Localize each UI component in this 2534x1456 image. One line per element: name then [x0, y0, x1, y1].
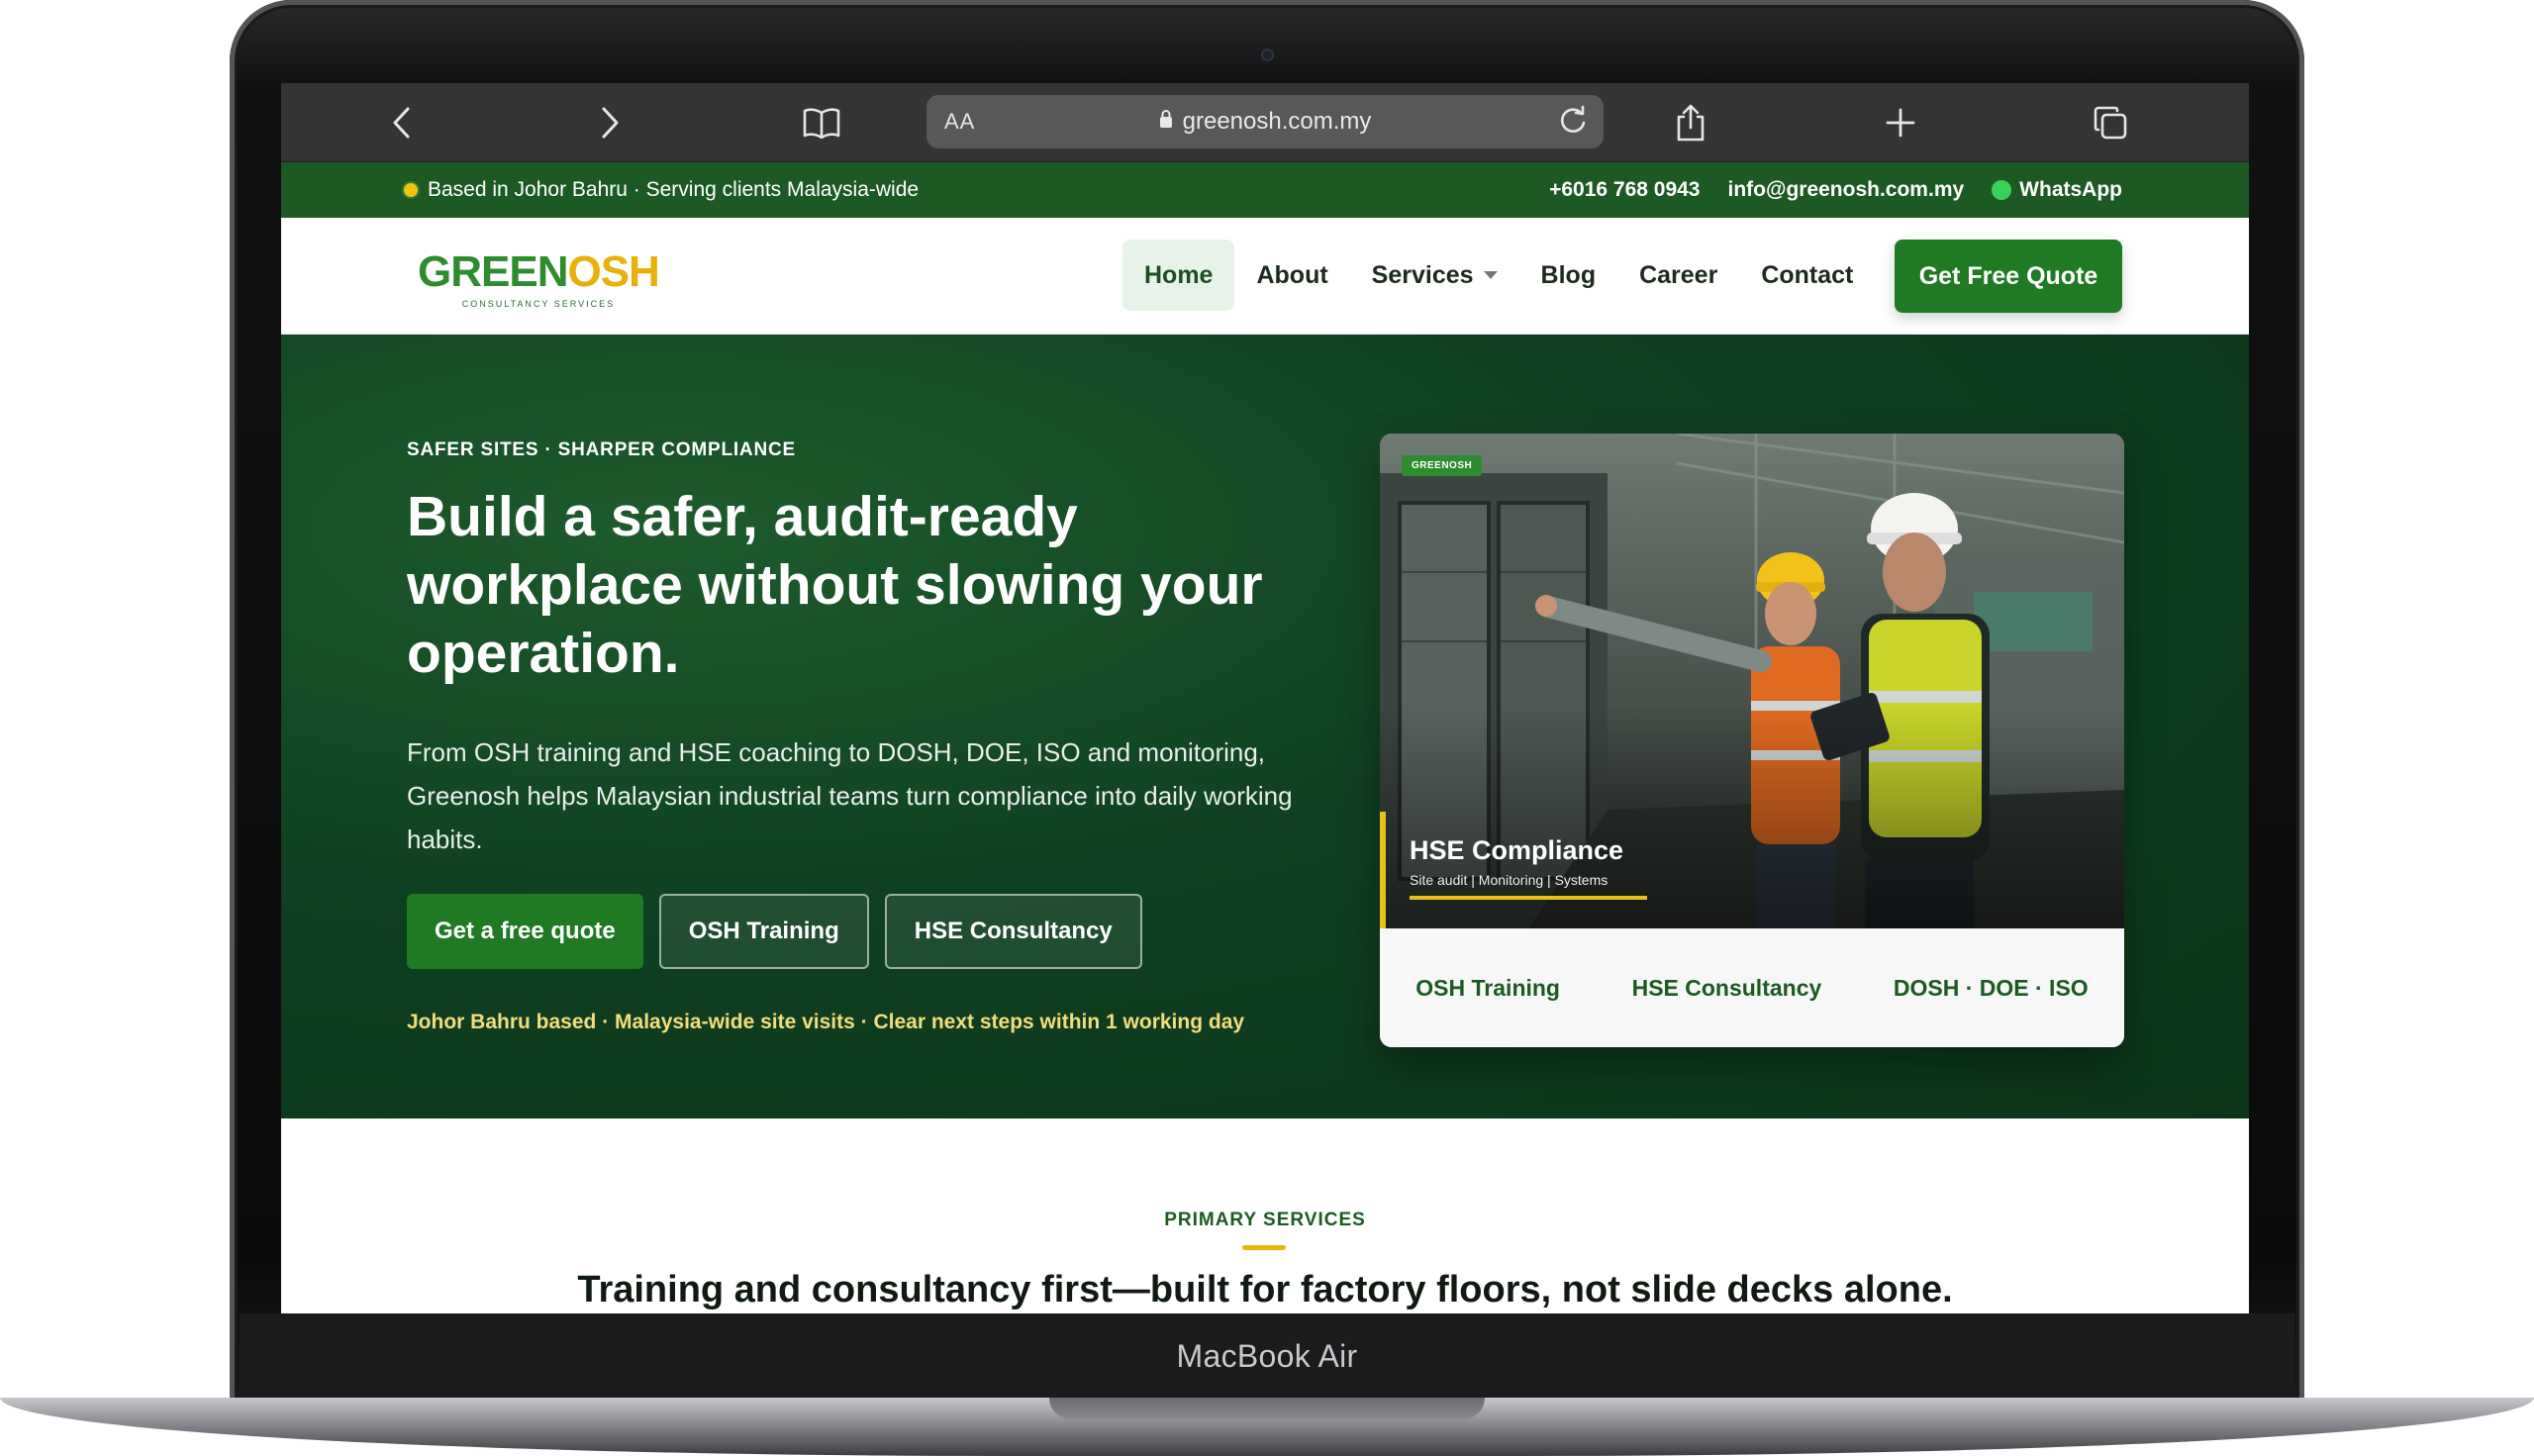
get-a-free-quote-button[interactable]: Get a free quote	[407, 894, 643, 969]
main-navigation: GREEN OSH CONSULTANCY SERVICES Home Abou…	[281, 218, 2249, 335]
browser-toolbar: AA greenosh.com.my	[281, 83, 2249, 162]
hero-title: Build a safer, audit-ready workplace wit…	[407, 485, 1263, 685]
site-logo[interactable]: GREEN OSH CONSULTANCY SERVICES	[418, 247, 660, 309]
nav-item-career[interactable]: Career	[1617, 240, 1739, 311]
location-note: Based in Johor Bahru · Serving clients M…	[404, 178, 919, 202]
tabs-icon[interactable]	[2089, 101, 2132, 145]
logo-tagline: CONSULTANCY SERVICES	[461, 299, 616, 309]
whatsapp-link[interactable]: WhatsApp	[1992, 178, 2122, 202]
phone-link[interactable]: +6016 768 0943	[1549, 178, 1700, 202]
lock-icon	[1159, 108, 1173, 136]
text-size-button[interactable]: AA	[944, 109, 975, 135]
reload-icon[interactable]	[1556, 104, 1590, 143]
chevron-down-icon	[1483, 271, 1498, 279]
hero-lead: From OSH training and HSE coaching to DO…	[407, 737, 1293, 854]
caption-title: HSE Compliance	[1410, 835, 1624, 865]
services-title: Training and consultancy first—built for…	[577, 1269, 1953, 1310]
hero-section: SAFER SITES · SHARPER COMPLIANCE Build a…	[281, 335, 2249, 1118]
bookmarks-icon[interactable]	[800, 101, 843, 145]
hse-consultancy-button[interactable]: HSE Consultancy	[884, 894, 1142, 969]
card-badge: GREENOSH	[1402, 455, 1483, 476]
email-link[interactable]: info@greenosh.com.my	[1727, 178, 1964, 202]
get-free-quote-button[interactable]: Get Free Quote	[1895, 240, 2122, 313]
card-tab-osh-training[interactable]: OSH Training	[1415, 975, 1560, 1002]
nav-item-about[interactable]: About	[1234, 240, 1349, 311]
section-divider	[1242, 1245, 1286, 1250]
hero-photo: GREENOSH HSE Compliance Site audit | Mon…	[1380, 434, 2124, 928]
laptop-hinge-notch	[1049, 1398, 1485, 1419]
share-icon[interactable]	[1669, 101, 1712, 145]
nav-item-home[interactable]: Home	[1122, 240, 1235, 311]
photo-caption: HSE Compliance Site audit | Monitoring |…	[1380, 812, 1647, 928]
screen: AA greenosh.com.my Based in Johor Bahru …	[281, 83, 2249, 1313]
hero-eyebrow: SAFER SITES · SHARPER COMPLIANCE	[407, 439, 796, 460]
address-bar[interactable]: AA greenosh.com.my	[926, 95, 1604, 148]
osh-training-button[interactable]: OSH Training	[658, 894, 869, 969]
forward-icon[interactable]	[588, 101, 632, 145]
camera-icon	[1261, 49, 1274, 61]
nav-item-services-label: Services	[1371, 261, 1474, 289]
hero-note: Johor Bahru based · Malaysia-wide site v…	[407, 1011, 1245, 1033]
whatsapp-label: WhatsApp	[2019, 178, 2122, 201]
nav-item-services[interactable]: Services	[1350, 240, 1519, 311]
url-text: greenosh.com.my	[1182, 108, 1372, 135]
nav-item-blog[interactable]: Blog	[1519, 240, 1618, 311]
top-info-bar: Based in Johor Bahru · Serving clients M…	[281, 162, 2249, 218]
laptop-brand-label: MacBook Air	[1176, 1337, 1358, 1374]
caption-subtitle: Site audit | Monitoring | Systems	[1410, 872, 1647, 900]
card-tab-hse-consultancy[interactable]: HSE Consultancy	[1632, 975, 1822, 1002]
hero-card: GREENOSH HSE Compliance Site audit | Mon…	[1380, 434, 2124, 1047]
location-text: Based in Johor Bahru · Serving clients M…	[428, 178, 920, 201]
hero-buttons: Get a free quote OSH Training HSE Consul…	[407, 894, 1142, 969]
screen-bezel-bottom: MacBook Air	[240, 1313, 2294, 1399]
nav-item-contact[interactable]: Contact	[1739, 240, 1875, 311]
card-tabs: OSH Training HSE Consultancy DOSH · DOE …	[1380, 928, 2124, 1047]
new-tab-icon[interactable]	[1879, 101, 1922, 145]
services-section: PRIMARY SERVICES Training and consultanc…	[281, 1118, 2249, 1313]
card-tab-dosh-doe-iso[interactable]: DOSH · DOE · ISO	[1894, 975, 2089, 1002]
logo-word-part1: GREEN	[418, 247, 568, 296]
nav-menu: Home About Services Blog Career Contact	[1122, 240, 1875, 311]
whatsapp-icon	[1992, 180, 2012, 200]
url-display[interactable]: greenosh.com.my	[926, 108, 1604, 136]
status-dot-icon	[404, 183, 418, 197]
logo-word-part2: OSH	[567, 247, 659, 296]
back-icon[interactable]	[380, 101, 424, 145]
services-eyebrow: PRIMARY SERVICES	[1164, 1210, 1366, 1230]
